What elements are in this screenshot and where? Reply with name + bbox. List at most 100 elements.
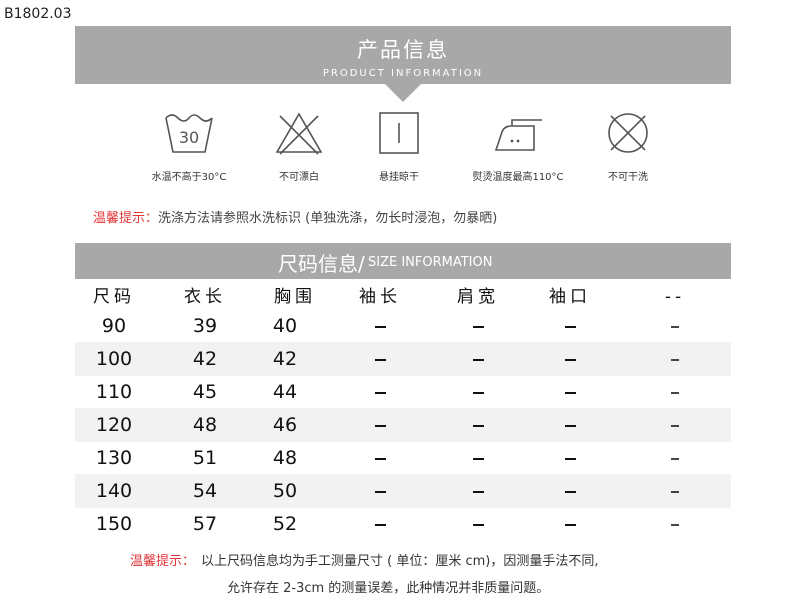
size-table-row: 140 54 50 [75,474,731,508]
dash-mark [671,391,679,394]
chest-cell: 44 [272,381,298,403]
hang-dry-icon [379,112,419,154]
length-cell: 54 [192,480,218,502]
length-cell: 51 [192,447,218,469]
dash-mark [564,523,576,526]
shoulder-cell [438,375,518,409]
banner-pointer [385,84,421,102]
dash-mark [564,490,576,493]
chest-cell: 50 [272,480,298,502]
care-label: 悬挂晾干 [379,172,419,183]
cuff-cell [530,507,610,541]
dash-mark [472,391,484,394]
note-text-1: 以上尺码信息均为手工测量尺寸 ( 单位：厘米 cm)，因测量手法不同, [201,554,599,569]
cuff-cell [530,342,610,376]
no-bleach-icon [275,112,323,155]
care-item-hang: 悬挂晾干 [334,110,464,183]
dash-mark [671,457,679,460]
chest-cell: 52 [272,513,298,535]
size-info-banner: 尺码信息/ SIZE INFORMATION [75,243,731,279]
length-cell: 48 [192,414,218,436]
tip-text: 洗涤方法请参照水洗标识 (单独洗涤，勿长时浸泡，勿暴晒) [158,211,498,226]
sleeve-cell [340,441,420,475]
extra-cell [645,441,705,475]
dash-mark [671,490,679,493]
cuff-cell [530,309,610,343]
dash-mark [472,325,484,328]
no-dry-clean-icon [608,113,648,153]
dash-mark [374,490,386,493]
dash-mark [374,325,386,328]
cuff-cell [530,408,610,442]
size-info-title: 尺码信息/ [278,252,365,276]
length-cell: 45 [192,381,218,403]
dash-mark [374,523,386,526]
length-cell: 57 [192,513,218,535]
note-prefix: 温馨提示： [130,554,196,569]
size-table-row: 100 42 42 [75,342,731,376]
care-label: 不可干洗 [608,172,648,183]
dash-mark [671,523,679,526]
extra-cell [645,375,705,409]
sleeve-cell [340,342,420,376]
chest-cell: 48 [272,447,298,469]
shoulder-cell [438,507,518,541]
size-cell: 150 [95,513,133,535]
size-cell: 100 [95,348,133,370]
chest-cell: 40 [272,315,298,337]
dash-mark [564,325,576,328]
extra-cell [645,408,705,442]
extra-cell [645,309,705,343]
dash-mark [671,358,679,361]
dash-mark [374,457,386,460]
sleeve-cell [340,474,420,508]
chest-cell: 42 [272,348,298,370]
product-info-subtitle: PRODUCT INFORMATION [322,68,484,79]
size-table-row: 110 45 44 [75,375,731,409]
size-cell: 90 [101,315,127,337]
shoulder-cell [438,408,518,442]
dash-mark [564,391,576,394]
size-cell: 140 [95,480,133,502]
dash-mark [472,457,484,460]
dash-mark [374,424,386,427]
cuff-cell [530,375,610,409]
extra-cell [645,474,705,508]
wash-30-icon: 30 [165,114,213,153]
dash-mark [472,358,484,361]
sleeve-cell [340,507,420,541]
product-code: B1802.03 [4,6,72,22]
shoulder-cell [438,441,518,475]
dash-mark [564,457,576,460]
dash-mark [472,490,484,493]
size-table-row: 150 57 52 [75,507,731,541]
tip-prefix: 温馨提示： [93,211,159,226]
sleeve-cell [340,408,420,442]
dash-mark [564,424,576,427]
wash-temp-symbol: 30 [179,128,199,147]
sleeve-cell [340,309,420,343]
product-info-banner: 产品信息 PRODUCT INFORMATION [75,26,731,84]
length-cell: 39 [192,315,218,337]
care-instructions: 30 水温不高于30°C 不可漂白 悬挂晾干 熨烫温度最高110°C 不可干洗 [0,110,801,190]
dash-mark [374,391,386,394]
sleeve-cell [340,375,420,409]
size-info-subtitle: SIZE INFORMATION [368,255,493,270]
shoulder-cell [438,474,518,508]
dash-mark [564,358,576,361]
wash-tip: 温馨提示：洗涤方法请参照水洗标识 (单独洗涤，勿长时浸泡，勿暴晒) [93,207,497,226]
size-cell: 120 [95,414,133,436]
size-table-row: 130 51 48 [75,441,731,475]
extra-cell [645,342,705,376]
size-note-line1: 温馨提示： 以上尺码信息均为手工测量尺寸 ( 单位：厘米 cm)，因测量手法不同, [130,550,599,569]
size-cell: 110 [95,381,133,403]
size-table-row: 120 48 46 [75,408,731,442]
dash-mark [374,358,386,361]
size-note-line2: 允许存在 2-3cm 的测量误差，此种情况并非质量问题。 [227,581,550,596]
dash-mark [472,424,484,427]
cuff-cell [530,441,610,475]
dash-mark [472,523,484,526]
shoulder-cell [438,342,518,376]
cuff-cell [530,474,610,508]
care-item-dryclean: 不可干洗 [563,110,693,183]
